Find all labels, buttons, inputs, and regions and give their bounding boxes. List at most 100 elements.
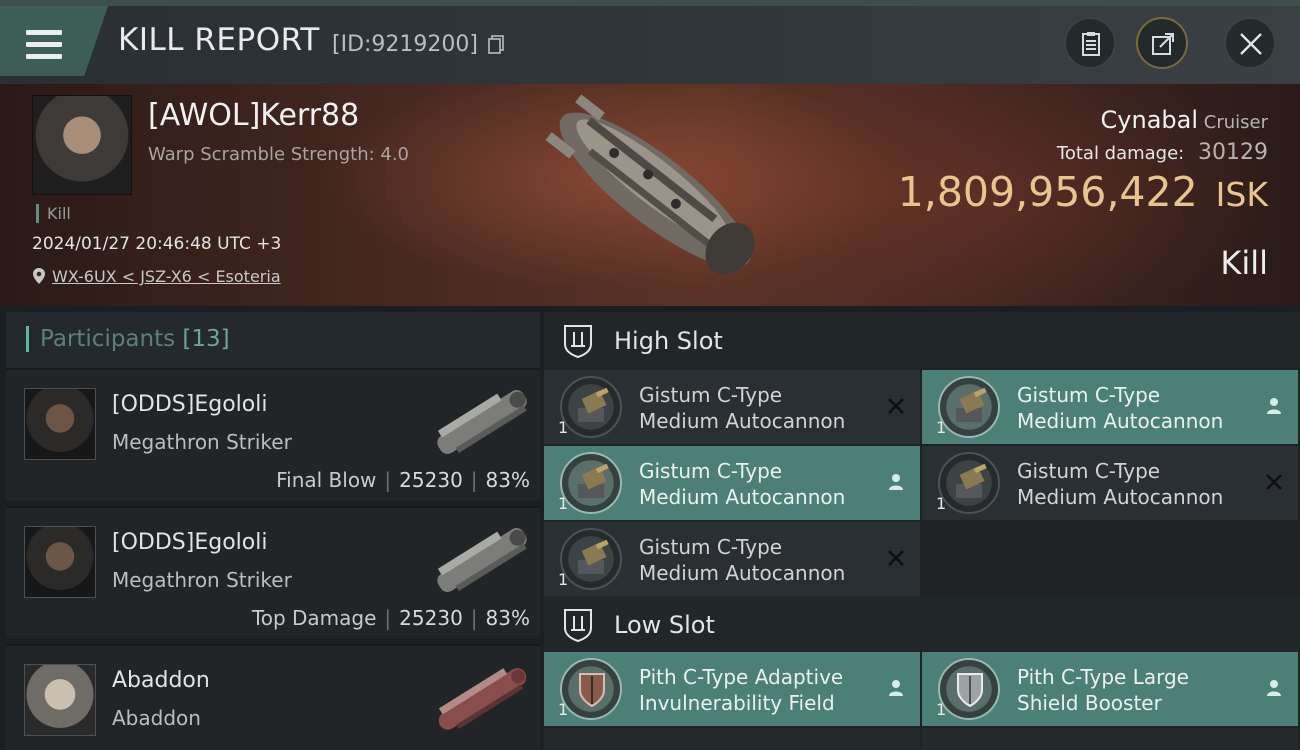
close-icon (1240, 33, 1262, 55)
destroyed-icon (888, 398, 904, 414)
participant-row[interactable]: Abaddon Abaddon (6, 644, 540, 750)
module-item-partial[interactable] (922, 728, 1298, 750)
participant-stats: Top Damage | 25230 | 83% (251, 606, 530, 630)
participant-avatar (24, 388, 96, 460)
module-item[interactable]: 1 Pith C-Type Large Shield Booster (922, 652, 1298, 726)
participant-row[interactable]: [ODDS]Egololi Megathron Striker Top Dama… (6, 506, 540, 638)
destroyed-icon (888, 550, 904, 566)
participant-role: Top Damage (251, 606, 377, 630)
kill-banner: [AWOL]Kerr88 Warp Scramble Strength: 4.0… (0, 84, 1300, 306)
low-slot-title: Low Slot (614, 611, 715, 639)
kill-tag: Kill (36, 204, 71, 223)
module-item[interactable]: 1 Gistum C-Type Medium Autocannon (544, 446, 920, 520)
total-damage-line: Total damage: 30129 (1057, 140, 1268, 165)
module-name: Gistum C-Type Medium Autocannon (639, 535, 846, 585)
share-icon (1152, 33, 1174, 55)
kill-result: Kill (1220, 244, 1268, 282)
header-bar: KILL REPORT [ID:9219200] (0, 0, 1300, 84)
participants-accent-bar (26, 326, 29, 352)
low-slot-header[interactable]: Low Slot (544, 596, 1300, 652)
hamburger-menu-icon (26, 30, 62, 60)
participants-title: Participants [13] (40, 326, 230, 352)
module-quantity: 1 (936, 700, 947, 719)
total-damage-value: 30129 (1198, 140, 1268, 165)
header-top-line (0, 0, 1300, 6)
autocannon-icon (560, 452, 622, 514)
participant-row[interactable]: [ODDS]Egololi Megathron Striker Final Bl… (6, 368, 540, 500)
participant-name: Abaddon (112, 668, 210, 693)
victim-avatar[interactable] (32, 95, 132, 195)
clipboard-icon (1082, 32, 1100, 56)
module-quantity: 1 (936, 494, 947, 513)
isk-value: 1,809,956,422 (897, 168, 1198, 216)
location-pin-icon (33, 268, 45, 284)
participant-ship-image (437, 528, 527, 592)
victim-ship-name[interactable]: Cynabal (1101, 106, 1199, 134)
dropped-person-icon (1267, 680, 1281, 696)
participants-header[interactable]: Participants [13] (6, 312, 540, 368)
isk-value-line: 1,809,956,422 ISK (898, 168, 1268, 216)
participant-percent: 83% (485, 468, 530, 492)
victim-ship-name-line: Cynabal Cruiser (1101, 106, 1268, 134)
participant-ship-image (437, 390, 527, 454)
fitting-panel: High Slot 1 Gistum C-Type Medium Autocann… (544, 312, 1300, 750)
high-slot-icon (564, 325, 592, 358)
module-quantity: 1 (558, 418, 569, 437)
module-item[interactable]: 1 Gistum C-Type Medium Autocannon (544, 370, 920, 444)
warp-scramble-strength: Warp Scramble Strength: 4.0 (148, 144, 410, 165)
participant-ship: Megathron Striker (112, 568, 292, 592)
destroyed-icon (1266, 474, 1282, 490)
isk-unit: ISK (1215, 175, 1268, 214)
participant-ship-image (438, 668, 527, 730)
victim-name[interactable]: [AWOL]Kerr88 (148, 98, 359, 133)
kill-location[interactable]: WX-6UX < JSZ-X6 < Esoteria (32, 267, 281, 286)
copy-id-icon[interactable] (488, 35, 504, 54)
module-item-partial[interactable] (544, 728, 920, 750)
participant-percent: 83% (485, 606, 530, 630)
participant-stats: Final Blow | 25230 | 83% (276, 468, 530, 492)
participant-avatar (24, 526, 96, 598)
victim-ship-class: Cruiser (1203, 112, 1268, 133)
participant-role: Final Blow (276, 468, 377, 492)
participants-count: [13] (182, 326, 230, 352)
participants-panel: Participants [13] [ODDS]Egololi Megathro… (6, 312, 540, 750)
participant-damage: 25230 (399, 606, 463, 630)
report-id: [ID:9219200] (332, 32, 478, 57)
participant-damage: 25230 (399, 468, 463, 492)
dropped-person-icon (889, 680, 903, 696)
dropped-person-icon (1267, 398, 1281, 414)
dropped-person-icon (889, 474, 903, 490)
adaptive-invulnerability-field-icon (560, 658, 622, 720)
participant-ship: Megathron Striker (112, 430, 292, 454)
participant-ship: Abaddon (112, 706, 201, 730)
participant-avatar (24, 664, 96, 736)
autocannon-icon (938, 376, 1000, 438)
module-quantity: 1 (936, 418, 947, 437)
module-name: Gistum C-Type Medium Autocannon (1017, 459, 1224, 509)
module-item[interactable]: 1 Gistum C-Type Medium Autocannon (922, 370, 1298, 444)
autocannon-icon (560, 528, 622, 590)
module-item[interactable]: 1 Gistum C-Type Medium Autocannon (922, 446, 1298, 520)
module-quantity: 1 (558, 700, 569, 719)
module-quantity: 1 (558, 494, 569, 513)
participant-name: [ODDS]Egololi (112, 530, 268, 555)
autocannon-icon (938, 452, 1000, 514)
module-item[interactable]: 1 Pith C-Type Adaptive Invulnerability Fi… (544, 652, 920, 726)
module-name: Gistum C-Type Medium Autocannon (639, 383, 846, 433)
page-title: KILL REPORT (118, 22, 320, 58)
clipboard-button[interactable] (1064, 17, 1116, 69)
high-slot-title: High Slot (614, 327, 723, 355)
location-path[interactable]: WX-6UX < JSZ-X6 < Esoteria (52, 267, 281, 286)
participant-name: [ODDS]Egololi (112, 392, 268, 417)
victim-ship-image (545, 94, 755, 275)
kill-datetime: 2024/01/27 20:46:48 UTC +3 (32, 234, 282, 254)
low-slot-icon (564, 609, 592, 642)
module-name: Pith C-Type Large Shield Booster (1017, 665, 1189, 715)
high-slot-header[interactable]: High Slot (544, 312, 1300, 368)
module-quantity: 1 (558, 570, 569, 589)
shield-booster-icon (938, 658, 1000, 720)
close-button[interactable] (1224, 17, 1276, 69)
menu-button[interactable] (0, 6, 108, 76)
module-item[interactable]: 1 Gistum C-Type Medium Autocannon (544, 522, 920, 596)
share-button[interactable] (1136, 17, 1188, 69)
